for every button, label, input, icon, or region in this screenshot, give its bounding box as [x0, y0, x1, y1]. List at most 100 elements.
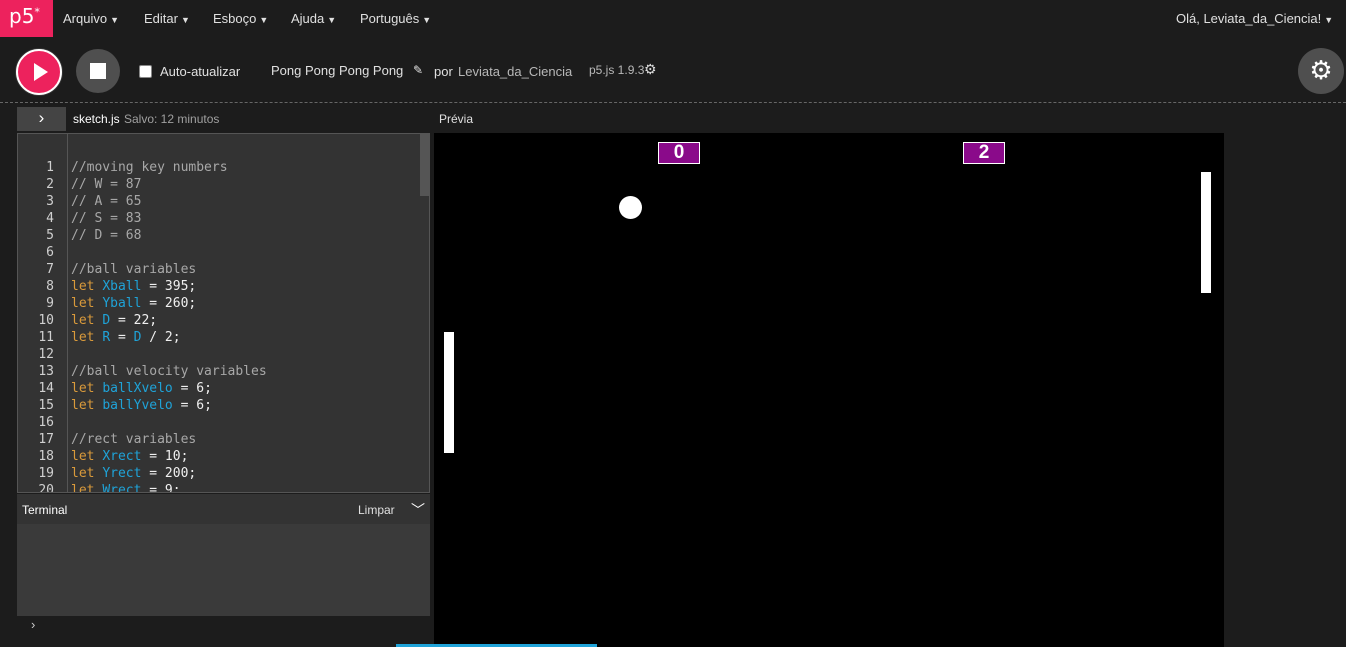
code-token: = 9; — [141, 483, 181, 493]
code-token: ballYvelo — [102, 398, 173, 413]
code-token: = 260; — [141, 296, 197, 311]
code-line: let Yrect = 200; — [71, 466, 196, 481]
code-token: let — [71, 381, 103, 396]
code-token: / 2; — [141, 330, 181, 345]
play-button[interactable] — [16, 49, 62, 95]
stop-icon — [90, 63, 106, 79]
line-number: 19 — [38, 466, 54, 481]
ball — [619, 196, 642, 219]
line-number: 10 — [38, 313, 54, 328]
right-paddle — [1201, 172, 1211, 293]
save-status: Salvo: 12 minutos — [124, 112, 220, 126]
menu-sketch[interactable]: Esboço ▼ — [213, 11, 268, 26]
terminal-header: Terminal Limpar ﹀ — [17, 494, 430, 524]
preview-canvas[interactable]: 0 2 — [434, 133, 1224, 647]
code-line: let Wrect = 9; — [71, 483, 181, 493]
code-token: let — [71, 313, 103, 328]
menu-help[interactable]: Ajuda ▼ — [291, 11, 336, 26]
code-line: // W = 87 — [71, 177, 141, 192]
code-token: //moving key numbers — [71, 160, 228, 175]
code-token: = — [110, 330, 134, 345]
chevron-right-icon: › — [38, 108, 45, 127]
p5-logo[interactable]: p5* — [0, 0, 53, 37]
settings-button[interactable]: ⚙ — [1298, 48, 1344, 94]
code-editor[interactable]: 1 2 3 4 5 6 7 8 9 10 11 12 13 14 15 16 17 18 19 20 //moving… — [17, 133, 430, 493]
code-line: let Xrect = 10; — [71, 449, 188, 464]
code-token: let — [71, 330, 103, 345]
pencil-icon[interactable]: ✎ — [413, 63, 423, 77]
code-token: // A = 65 — [71, 194, 142, 209]
gear-icon[interactable]: ⚙ — [644, 61, 657, 78]
menu-edit[interactable]: Editar ▼ — [144, 11, 190, 26]
toolbar: Auto-atualizar Pong Pong Pong Pong ✎ por… — [0, 37, 1346, 103]
code-line: let Xball = 395; — [71, 279, 196, 294]
code-token: = 10; — [141, 449, 189, 464]
clear-button[interactable]: Limpar — [358, 503, 395, 517]
line-number: 12 — [38, 347, 54, 362]
terminal-output — [17, 524, 430, 616]
line-number: 6 — [46, 245, 54, 260]
code-line: //moving key numbers — [71, 160, 228, 175]
line-number: 13 — [38, 364, 54, 379]
terminal-title: Terminal — [22, 503, 68, 517]
line-number: 9 — [46, 296, 54, 311]
menu-language[interactable]: Português ▼ — [360, 11, 431, 26]
code-token: = 6; — [172, 398, 212, 413]
code-token: let — [71, 296, 103, 311]
code-token: let — [71, 466, 103, 481]
line-number: 1 — [46, 160, 54, 175]
code-line: let R = D / 2; — [71, 330, 181, 345]
code-line: let ballXvelo = 6; — [71, 381, 212, 396]
score-left: 0 — [658, 142, 700, 164]
caret-down-icon: ▼ — [1324, 15, 1334, 25]
top-nav: p5* Arquivo ▼ Editar ▼ Esboço ▼ Ajuda ▼ Port… — [0, 0, 1346, 37]
sketch-name[interactable]: Pong Pong Pong Pong — [271, 63, 403, 78]
by-label: por — [434, 64, 453, 79]
code-line: //ball velocity variables — [71, 364, 267, 379]
code-token: //ball variables — [71, 262, 197, 277]
editor-header: › sketch.js Salvo: 12 minutos — [17, 105, 430, 133]
code-token: let — [71, 279, 103, 294]
code-token: //rect variables — [71, 432, 197, 447]
caret-down-icon: ▼ — [110, 15, 119, 25]
code-token: = 6; — [172, 381, 212, 396]
line-number: 14 — [38, 381, 54, 396]
gear-icon: ⚙ — [1309, 55, 1333, 85]
caret-down-icon: ▼ — [180, 15, 190, 25]
code-token: = 200; — [141, 466, 197, 481]
line-number: 2 — [46, 177, 54, 192]
line-number: 20 — [38, 483, 54, 493]
code-token: D — [102, 313, 111, 328]
line-number: 4 — [46, 211, 54, 226]
chevron-down-icon[interactable]: ﹀ — [411, 500, 425, 520]
caret-down-icon: ▼ — [422, 15, 432, 25]
code-token: Xrect — [102, 449, 142, 464]
expand-sidebar-button[interactable]: › — [17, 107, 66, 131]
code-line: let ballYvelo = 6; — [71, 398, 212, 413]
code-token: // S = 83 — [71, 211, 142, 226]
code-token: // W = 87 — [71, 177, 142, 192]
code-token: Yball — [102, 296, 142, 311]
code-token: R — [102, 330, 111, 345]
version-label: p5.js 1.9.3 — [589, 63, 645, 77]
auto-refresh-label: Auto-atualizar — [160, 64, 241, 79]
code-token: let — [71, 398, 103, 413]
stop-button[interactable] — [76, 49, 120, 93]
menu-file[interactable]: Arquivo ▼ — [63, 11, 119, 26]
user-menu[interactable]: Olá, Leviata_da_Ciencia! ▼ — [1176, 11, 1333, 26]
line-number: 11 — [38, 330, 54, 345]
line-number: 17 — [38, 432, 54, 447]
author-link[interactable]: Leviata_da_Ciencia — [458, 64, 572, 79]
code-token: //ball velocity variables — [71, 364, 267, 379]
code-line: //ball variables — [71, 262, 196, 277]
line-gutter: 1 2 3 4 5 6 7 8 9 10 11 12 13 14 15 16 17 18 19 20 — [18, 134, 68, 492]
code-line: // S = 83 — [71, 211, 141, 226]
line-number: 5 — [46, 228, 54, 243]
auto-refresh-checkbox[interactable] — [139, 65, 152, 78]
preview-label: Prévia — [439, 112, 474, 126]
code-token: Xball — [102, 279, 142, 294]
code-line: let Yball = 260; — [71, 296, 196, 311]
editor-scrollbar[interactable] — [420, 134, 429, 196]
console-prompt[interactable]: › — [31, 617, 35, 632]
code-token: let — [71, 483, 103, 493]
